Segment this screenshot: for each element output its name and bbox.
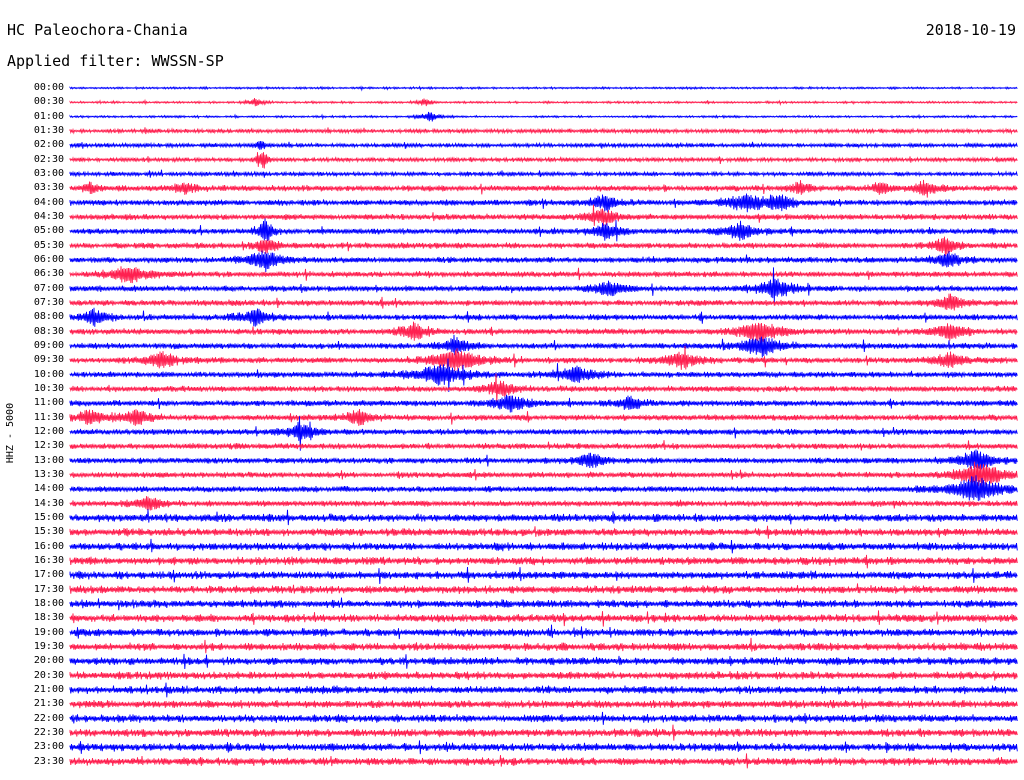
seismogram-trace — [69, 698, 1018, 710]
seismogram-trace — [69, 127, 1018, 135]
seismogram-trace — [69, 583, 1018, 594]
seismogram-trace — [69, 610, 1018, 627]
seismogram-trace — [69, 496, 1018, 511]
seismogram-trace — [69, 408, 1018, 426]
seismogram-trace — [69, 671, 1018, 681]
seismogram-trace — [69, 307, 1018, 327]
seismogram-trace — [69, 236, 1018, 257]
seismogram-trace — [69, 321, 1018, 345]
seismogram-trace — [69, 169, 1018, 178]
seismogram-plot — [69, 85, 1018, 769]
seismogram-trace — [69, 193, 1018, 213]
seismogram-trace — [69, 179, 1018, 198]
seismogram-trace — [69, 97, 1018, 107]
seismogram-trace — [69, 566, 1018, 585]
seismogram-trace — [69, 449, 1018, 470]
seismogram-trace — [69, 509, 1018, 526]
seismogram-trace — [69, 753, 1018, 769]
seismogram-trace — [69, 554, 1018, 569]
seismogram-trace — [69, 334, 1018, 358]
seismogram-trace — [69, 525, 1018, 539]
seismogram-trace — [69, 597, 1018, 611]
seismogram-trace — [69, 538, 1018, 554]
seismogram-trace — [69, 440, 1018, 451]
seismogram-trace — [69, 624, 1018, 640]
seismogram-trace — [69, 141, 1018, 150]
seismogram-trace — [69, 85, 1018, 92]
seismogram-trace — [69, 345, 1018, 372]
seismogram-trace — [69, 724, 1018, 741]
seismogram-trace — [69, 682, 1018, 698]
seismogram-trace — [69, 637, 1018, 654]
seismogram-trace — [69, 740, 1018, 755]
seismogram-trace — [69, 250, 1018, 273]
seismogram-trace — [69, 111, 1018, 122]
seismogram-trace — [69, 373, 1018, 404]
seismogram-trace — [69, 266, 1018, 284]
seismogram-trace — [69, 293, 1018, 311]
seismogram-trace — [69, 152, 1018, 169]
seismogram-trace — [69, 711, 1018, 725]
seismogram-trace — [69, 475, 1018, 502]
seismogram-trace — [69, 394, 1018, 413]
seismogram-trace — [69, 653, 1018, 670]
seismogram-trace — [69, 218, 1018, 242]
